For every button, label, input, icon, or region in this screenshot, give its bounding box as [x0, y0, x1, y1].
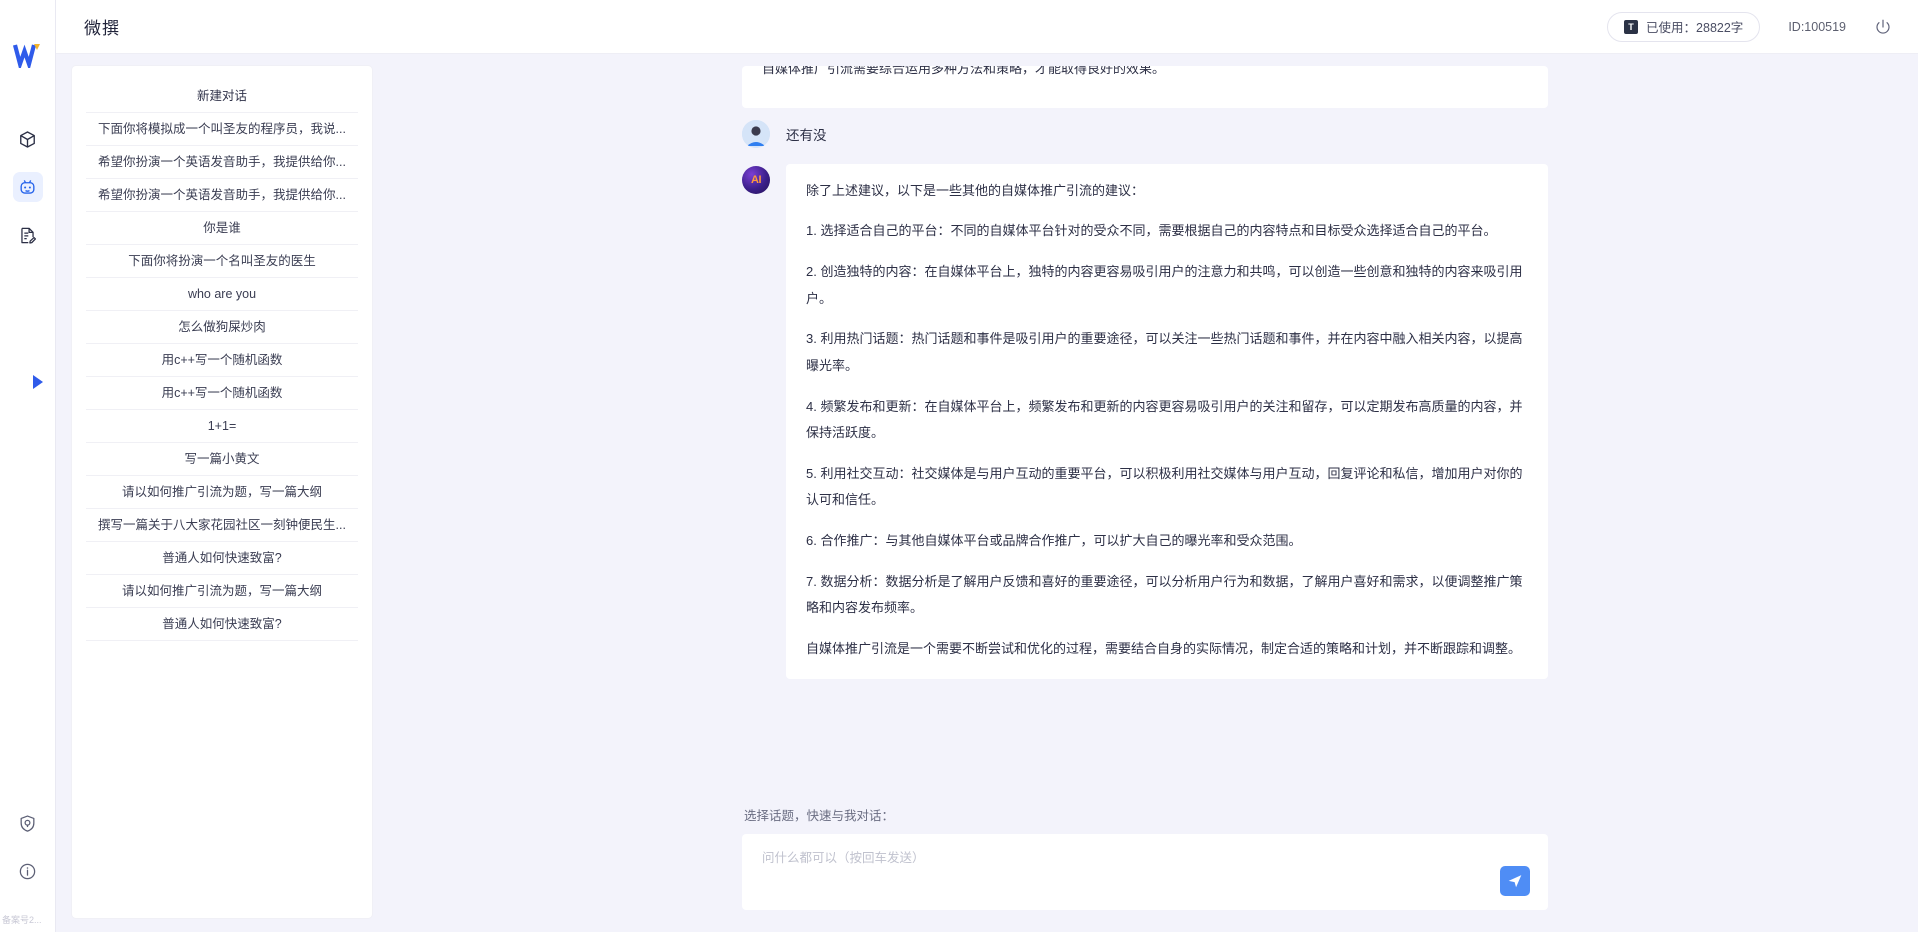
conversation-item[interactable]: 希望你扮演一个英语发音助手，我提供给你... — [86, 146, 358, 179]
conversation-item[interactable]: 撰写一篇关于八大家花园社区一刻钟便民生... — [86, 509, 358, 542]
document-edit-icon[interactable] — [13, 220, 43, 250]
main-column: 微撰 T 已使用：28822字 ID:100519 — [56, 0, 1918, 932]
conversation-item[interactable]: 普通人如何快速致富? — [86, 608, 358, 641]
ai-paragraph: 6. 合作推广：与其他自媒体平台或品牌合作推广，可以扩大自己的曝光率和受众范围。 — [806, 528, 1524, 555]
conversation-sidebar: 新建对话 下面你将模拟成一个叫圣友的程序员，我说... 希望你扮演一个英语发音助… — [72, 66, 372, 918]
token-icon: T — [1624, 20, 1638, 34]
previous-message-clipped: 自媒体推广引流需要综合运用多种方法和策略，才能取得良好的效果。 — [742, 66, 1548, 108]
rail-footer-text: 备案号2... — [0, 913, 55, 926]
conversation-item[interactable]: who are you — [86, 278, 358, 311]
shield-security-icon[interactable] — [13, 808, 43, 838]
chat-scroll-area[interactable]: 自媒体推广引流需要综合运用多种方法和策略，才能取得良好的效果。 — [372, 66, 1918, 805]
conversation-item[interactable]: 你是谁 — [86, 212, 358, 245]
power-icon[interactable] — [1874, 17, 1894, 37]
ai-paragraph: 1. 选择适合自己的平台：不同的自媒体平台针对的受众不同，需要根据自己的内容特点… — [806, 218, 1524, 245]
message-input-placeholder: 问什么都可以（按回车发送） — [762, 848, 1478, 868]
message-input-box[interactable]: 问什么都可以（按回车发送） — [742, 834, 1548, 910]
composer-inner: 选择话题，快速与我对话： 问什么都可以（按回车发送） — [742, 805, 1548, 910]
ai-paragraph: 7. 数据分析：数据分析是了解用户反馈和喜好的重要途径，可以分析用户行为和数据，… — [806, 569, 1524, 622]
previous-message-text: 自媒体推广引流需要综合运用多种方法和策略，才能取得良好的效果。 — [762, 66, 1526, 83]
app-root: 备案号2... 微撰 T 已使用：28822字 ID:100519 — [0, 0, 1918, 932]
rail-bottom-group — [0, 808, 55, 886]
conversation-item[interactable]: 下面你将扮演一个名叫圣友的医生 — [86, 245, 358, 278]
app-header: 微撰 T 已使用：28822字 ID:100519 — [56, 0, 1918, 54]
chat-panel: 自媒体推广引流需要综合运用多种方法和策略，才能取得良好的效果。 — [372, 66, 1918, 932]
conversation-item[interactable]: 用c++写一个随机函数 — [86, 344, 358, 377]
info-icon[interactable] — [13, 856, 43, 886]
usage-label: 已使用：28822字 — [1646, 17, 1743, 36]
ai-avatar: AI — [742, 166, 770, 194]
send-button[interactable] — [1500, 866, 1530, 896]
conversation-scroll[interactable]: 新建对话 下面你将模拟成一个叫圣友的程序员，我说... 希望你扮演一个英语发音助… — [72, 66, 372, 641]
usage-badge[interactable]: T 已使用：28822字 — [1607, 12, 1760, 42]
header-actions: T 已使用：28822字 ID:100519 — [1607, 12, 1894, 42]
page-title: 微撰 — [84, 14, 120, 39]
conversation-item[interactable]: 普通人如何快速致富? — [86, 542, 358, 575]
w-logo — [11, 38, 45, 72]
conversation-item[interactable]: 请以如何推广引流为题，写一篇大纲 — [86, 575, 358, 608]
ai-paragraph: 除了上述建议，以下是一些其他的自媒体推广引流的建议： — [806, 178, 1524, 205]
ai-message-body: 除了上述建议，以下是一些其他的自媒体推广引流的建议： 1. 选择适合自己的平台：… — [786, 164, 1548, 679]
ai-paragraph: 5. 利用社交互动：社交媒体是与用户互动的重要平台，可以积极利用社交媒体与用户互… — [806, 461, 1524, 514]
robot-icon[interactable] — [13, 172, 43, 202]
app-body: 新建对话 下面你将模拟成一个叫圣友的程序员，我说... 希望你扮演一个英语发音助… — [56, 54, 1918, 932]
conversation-item[interactable]: 1+1= — [86, 410, 358, 443]
icon-rail: 备案号2... — [0, 0, 56, 932]
conversation-item[interactable]: 怎么做狗屎炒肉 — [86, 311, 358, 344]
chat-messages: 自媒体推广引流需要综合运用多种方法和策略，才能取得良好的效果。 — [742, 66, 1548, 693]
cube-icon[interactable] — [13, 124, 43, 154]
rail-icon-group — [13, 124, 43, 250]
conversation-item[interactable]: 请以如何推广引流为题，写一篇大纲 — [86, 476, 358, 509]
ai-paragraph: 自媒体推广引流是一个需要不断尝试和优化的过程，需要结合自身的实际情况，制定合适的… — [806, 636, 1524, 663]
expand-play-icon[interactable] — [28, 372, 48, 392]
conversation-item[interactable]: 希望你扮演一个英语发音助手，我提供给你... — [86, 179, 358, 212]
user-message-text: 还有没 — [786, 118, 1548, 150]
user-id-label: ID:100519 — [1788, 20, 1846, 34]
conversation-item[interactable]: 下面你将模拟成一个叫圣友的程序员，我说... — [86, 113, 358, 146]
user-avatar — [742, 120, 770, 148]
conversation-item[interactable]: 写一篇小黄文 — [86, 443, 358, 476]
user-message: 还有没 — [742, 118, 1548, 150]
composer: 选择话题，快速与我对话： 问什么都可以（按回车发送） — [372, 805, 1918, 932]
topics-label: 选择话题，快速与我对话： — [742, 805, 1548, 824]
ai-paragraph: 4. 频繁发布和更新：在自媒体平台上，频繁发布和更新的内容更容易吸引用户的关注和… — [806, 394, 1524, 447]
new-conversation-button[interactable]: 新建对话 — [86, 80, 358, 113]
ai-message: AI 除了上述建议，以下是一些其他的自媒体推广引流的建议： 1. 选择适合自己的… — [742, 164, 1548, 679]
ai-paragraph: 3. 利用热门话题：热门话题和事件是吸引用户的重要途径，可以关注一些热门话题和事… — [806, 326, 1524, 379]
ai-paragraph: 2. 创造独特的内容：在自媒体平台上，独特的内容更容易吸引用户的注意力和共鸣，可… — [806, 259, 1524, 312]
conversation-item[interactable]: 用c++写一个随机函数 — [86, 377, 358, 410]
